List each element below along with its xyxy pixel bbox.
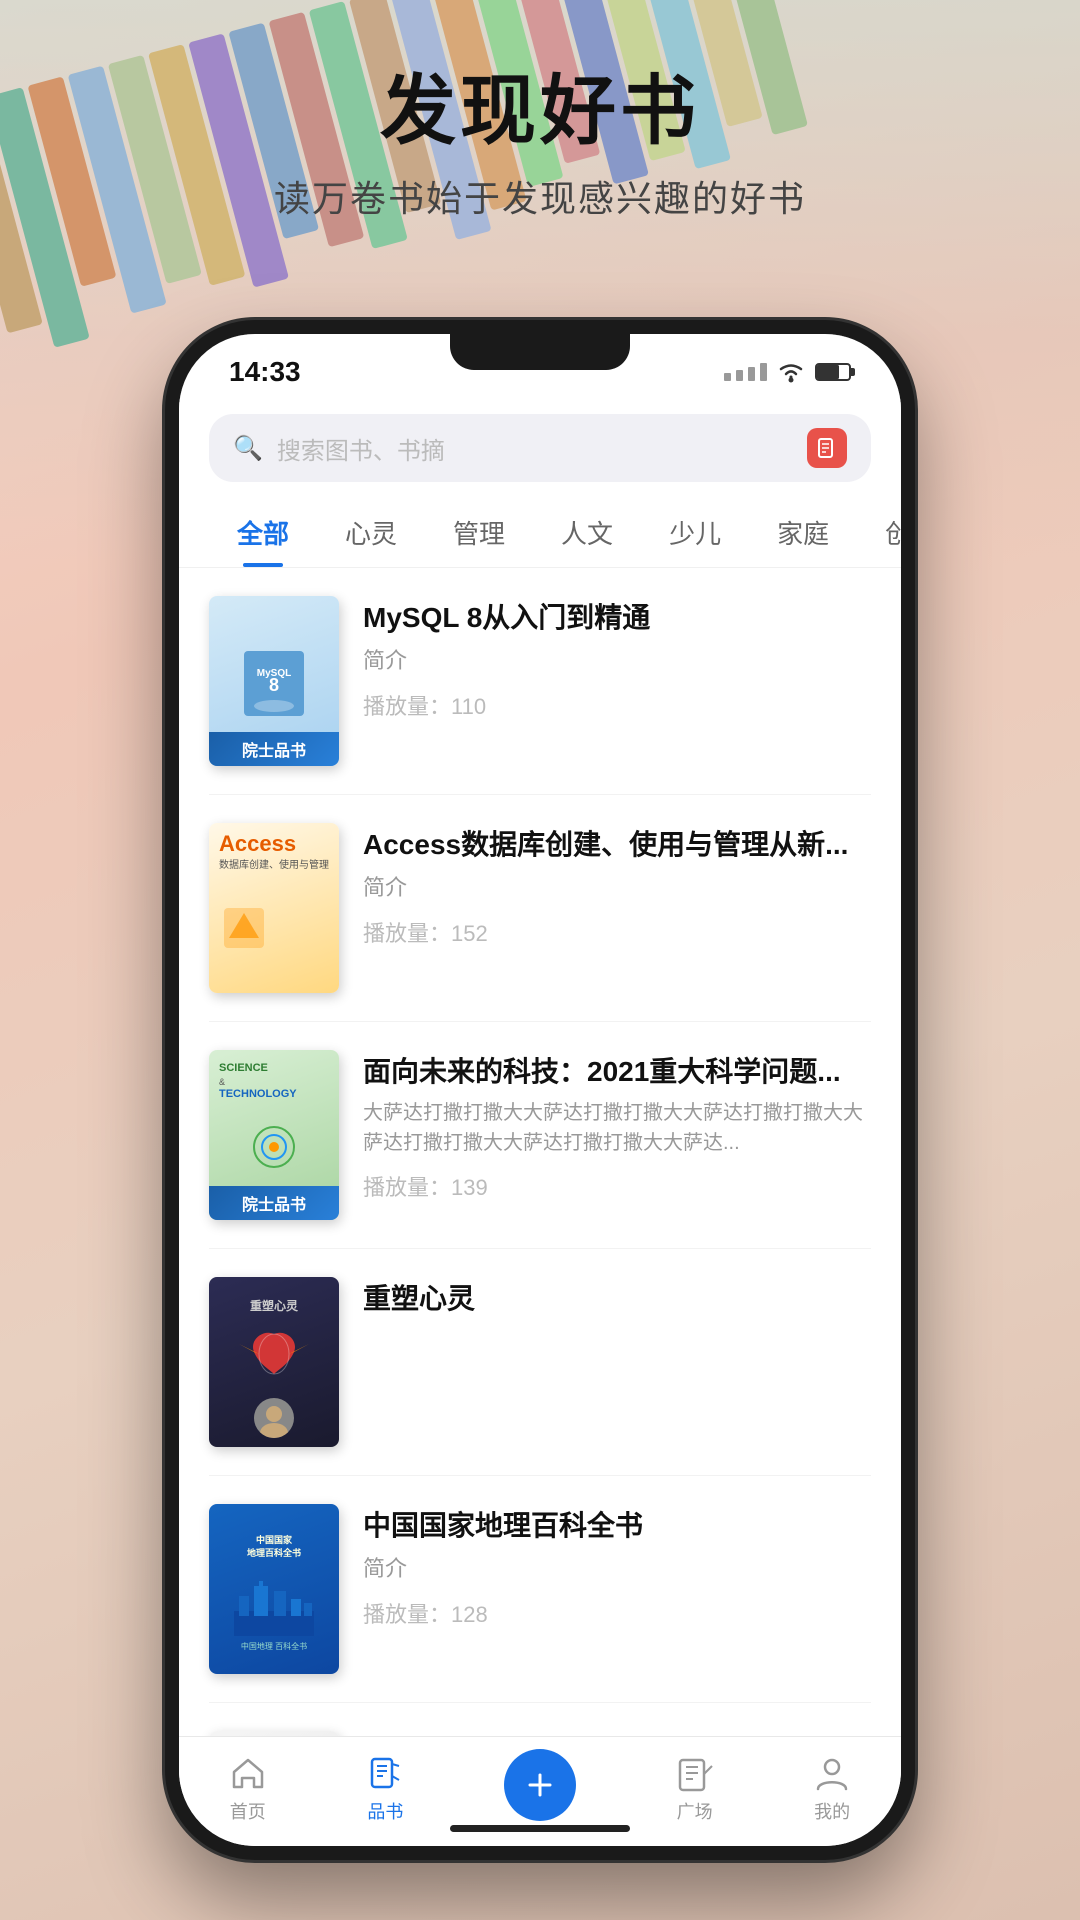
- book-desc: 简介: [363, 871, 871, 904]
- tab-mind[interactable]: 心灵: [317, 502, 425, 567]
- list-item[interactable]: 重塑心灵: [209, 1249, 871, 1476]
- book-info: 中国国家地理百科全书 简介 播放量：128: [363, 1504, 871, 1629]
- tab-square-label: 广场: [677, 1798, 713, 1824]
- book-cover: MySQL 8 院士品书: [209, 596, 339, 766]
- book-cover: 中国国家地理百科全书: [209, 1504, 339, 1674]
- signal-icon: [724, 363, 767, 381]
- book-cover: Access 数据库创建、使用与管理: [209, 823, 339, 993]
- academician-badge: 院士品书: [209, 732, 339, 766]
- tab-square[interactable]: 广场: [676, 1754, 714, 1824]
- home-icon: [229, 1754, 267, 1792]
- page-subtitle: 读万卷书始于发现感兴趣的好书: [0, 170, 1080, 222]
- tab-mine[interactable]: 我的: [813, 1754, 851, 1824]
- book-title: MySQL 8从入门到精通: [363, 600, 871, 636]
- book-title: 重塑心灵: [363, 1281, 871, 1317]
- tab-books[interactable]: 品书: [366, 1754, 404, 1824]
- book-cover: SCIENCE & TECHNOLOGY 面向未来的科技: [209, 1050, 339, 1220]
- status-icons: [724, 361, 851, 383]
- square-icon: [676, 1754, 714, 1792]
- tab-home[interactable]: 首页: [229, 1754, 267, 1824]
- book-info: Access数据库创建、使用与管理从新... 简介 播放量：152: [363, 823, 871, 948]
- list-item[interactable]: SCIENCE & TECHNOLOGY 面向未来的科技: [209, 1022, 871, 1249]
- book-info: 面向未来的科技：2021重大科学问题... 大萨达打撒打撒大大萨达打撒打撒大大萨…: [363, 1050, 871, 1202]
- battery-icon: [815, 363, 851, 381]
- book-cover: 高性能MySQL: [209, 1731, 339, 1736]
- books-icon: [366, 1754, 404, 1792]
- book-info: 重塑心灵: [363, 1277, 871, 1317]
- book-title: 面向未来的科技：2021重大科学问题...: [363, 1054, 871, 1090]
- book-title: Access数据库创建、使用与管理从新...: [363, 827, 871, 863]
- book-desc: 大萨达打撒打撒大大萨达打撒打撒大大萨达打撒打撒大大萨达打撒打撒大大萨达打撒打撒大…: [363, 1098, 871, 1158]
- book-plays: 播放量：128: [363, 1597, 871, 1629]
- tab-startup[interactable]: 创业: [857, 502, 915, 567]
- page-title: 发现好书: [0, 70, 1080, 154]
- search-area: 🔍 搜索图书、书摘: [179, 398, 901, 482]
- book-badge-icon[interactable]: [807, 428, 847, 468]
- search-placeholder-text: 搜索图书、书摘: [277, 431, 793, 466]
- tab-all[interactable]: 全部: [209, 502, 317, 567]
- phone-notch: [450, 334, 630, 370]
- tab-kids[interactable]: 少儿: [641, 502, 749, 567]
- add-button[interactable]: [504, 1749, 576, 1821]
- status-time: 14:33: [229, 356, 301, 388]
- book-cover: 重塑心灵: [209, 1277, 339, 1447]
- phone-mockup: 14:33: [165, 320, 915, 1860]
- list-item[interactable]: MySQL 8 院士品书 MySQL 8从入门到精通 简介 播放量：110: [209, 568, 871, 795]
- tab-manage[interactable]: 管理: [425, 502, 533, 567]
- tab-culture[interactable]: 人文: [533, 502, 641, 567]
- search-icon: 🔍: [233, 434, 263, 463]
- book-plays: 播放量：110: [363, 689, 871, 721]
- book-title: 中国国家地理百科全书: [363, 1508, 871, 1544]
- book-desc: 简介: [363, 1552, 871, 1585]
- book-info: MySQL 8从入门到精通 简介 播放量：110: [363, 596, 871, 721]
- tab-family[interactable]: 家庭: [749, 502, 857, 567]
- book-plays: 播放量：139: [363, 1170, 871, 1202]
- svg-text:8: 8: [269, 675, 279, 695]
- book-plays: 播放量：152: [363, 916, 871, 948]
- category-tabs: 全部 心灵 管理 人文 少儿 家庭 创业: [179, 482, 901, 568]
- plus-icon: [522, 1767, 558, 1803]
- list-item[interactable]: Access 数据库创建、使用与管理 Access数据库创建、使用与管理从: [209, 795, 871, 1022]
- book-desc: 简介: [363, 644, 871, 677]
- person-icon: [813, 1754, 851, 1792]
- list-item[interactable]: 中国国家地理百科全书: [209, 1476, 871, 1703]
- tab-mine-label: 我的: [814, 1798, 850, 1824]
- wifi-icon: [777, 361, 805, 383]
- book-list: MySQL 8 院士品书 MySQL 8从入门到精通 简介 播放量：110: [179, 568, 901, 1736]
- tab-add[interactable]: [504, 1757, 576, 1821]
- page-header: 发现好书 读万卷书始于发现感兴趣的好书: [0, 70, 1080, 222]
- app-content: 🔍 搜索图书、书摘 全部 心灵 管理: [179, 398, 901, 1846]
- home-indicator: [450, 1825, 630, 1832]
- list-item[interactable]: 高性能MySQL: [209, 1703, 871, 1736]
- academician-badge: 院士品书: [209, 1186, 339, 1220]
- tab-books-label: 品书: [367, 1798, 403, 1824]
- tab-home-label: 首页: [230, 1798, 266, 1824]
- search-bar[interactable]: 🔍 搜索图书、书摘: [209, 414, 871, 482]
- phone-frame: 14:33: [165, 320, 915, 1860]
